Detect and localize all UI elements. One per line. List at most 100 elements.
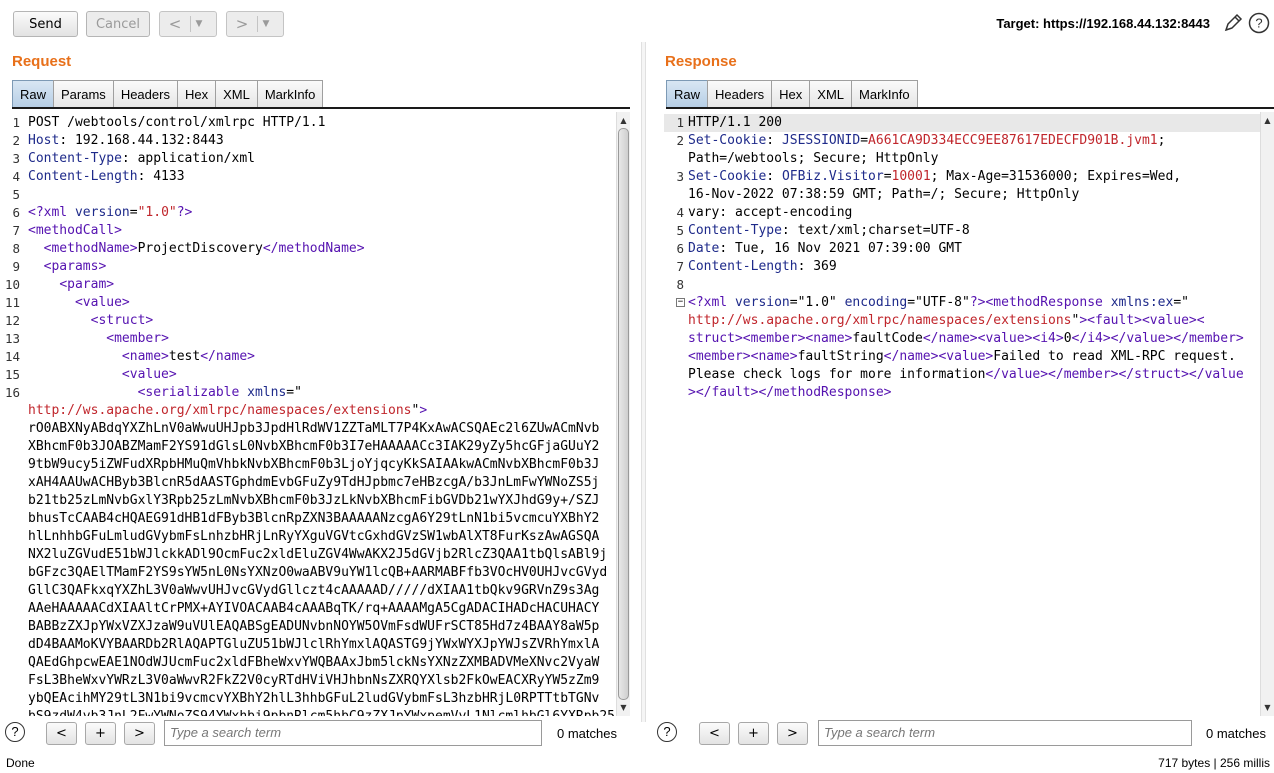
search-input[interactable]: Type a search term — [164, 720, 542, 746]
code-line: http://ws.apache.org/xmlrpc/namespaces/e… — [28, 402, 427, 420]
search-match-count: 0 matches — [557, 726, 617, 741]
tab-headers[interactable]: Headers — [707, 80, 773, 107]
code-line: xAH4AAUwACHByb3BlcnR5dAASTGphdmEvbGFuZy9… — [28, 474, 599, 492]
code-token: = — [129, 205, 138, 220]
pencil-icon[interactable] — [1222, 12, 1244, 34]
tab-hex[interactable]: Hex — [176, 80, 217, 107]
toolbar: Send Cancel < ▼ > ▼ Target: https://192.… — [0, 0, 1274, 46]
tab-markinfo[interactable]: MarkInfo — [851, 80, 918, 107]
code-token: </methodName> — [262, 241, 365, 256]
scroll-down-icon[interactable]: ▼ — [1261, 701, 1274, 714]
response-tabs: Raw Headers Hex XML MarkInfo — [666, 80, 1274, 109]
fold-toggle-icon[interactable]: − — [676, 298, 685, 307]
code-token: </name> — [200, 349, 255, 364]
code-token: NX2luZGVudE51bWJlckkADl9OcmFuc2xldEluZGV… — [28, 547, 608, 562]
tab-raw[interactable]: Raw — [666, 80, 709, 107]
line-number: 7 — [676, 259, 684, 274]
code-token: <struct> — [90, 313, 154, 328]
scroll-up-icon[interactable]: ▲ — [1261, 114, 1274, 127]
pane-divider[interactable] — [641, 42, 646, 722]
code-token: bGFzc3QAElTMamF2YS9sYW5nL0NsYXNzO0waABV9… — [28, 565, 608, 580]
code-line: 9tbW9ucy5iZWFudXRpbHMuQmVhbkNvbXBhcmF0b3… — [28, 456, 599, 474]
search-add-button[interactable]: + — [738, 722, 769, 745]
code-token: Date — [688, 241, 720, 256]
tab-raw[interactable]: Raw — [12, 80, 55, 107]
scroll-down-icon[interactable]: ▼ — [617, 701, 630, 714]
help-icon[interactable]: ? — [1248, 12, 1270, 34]
code-token: : application/xml — [121, 151, 255, 166]
line-number: 2 — [12, 133, 20, 148]
cancel-button[interactable]: Cancel — [86, 11, 150, 37]
code-line: Host: 192.168.44.132:8443 — [28, 132, 224, 150]
code-token: <member><name> — [688, 349, 798, 364]
code-token: Host — [28, 133, 60, 148]
search-prev-button[interactable]: < — [46, 722, 77, 745]
code-token: vary: accept-encoding — [688, 205, 853, 220]
code-token: <member> — [106, 331, 169, 346]
tab-xml[interactable]: XML — [809, 80, 853, 107]
line-number — [0, 474, 20, 492]
line-number: 5 — [12, 187, 20, 202]
search-next-button[interactable]: > — [777, 722, 808, 745]
tab-hex[interactable]: Hex — [771, 80, 811, 107]
tab-params[interactable]: Params — [53, 80, 114, 107]
code-token: =" — [1173, 295, 1189, 310]
line-number: 4 — [676, 205, 684, 220]
code-token: ; Max-Age=31536000; Expires=Wed, — [930, 169, 1182, 184]
code-token: <methodName> — [43, 241, 138, 256]
request-scrollbar[interactable]: ▲ ▼ — [616, 112, 630, 716]
code-line: NX2luZGVudE51bWJlckkADl9OcmFuc2xldEluZGV… — [28, 546, 607, 564]
code-token: xAH4AAUwACHByb3BlcnR5dAASTGphdmEvbGFuZy9… — [28, 475, 600, 490]
send-button[interactable]: Send — [13, 11, 78, 37]
line-number — [664, 186, 684, 204]
code-line: Set-Cookie: JSESSIONID=A661CA9D334ECC9EE… — [688, 132, 1165, 150]
code-token: : — [766, 169, 782, 184]
code-token: xmlns:ex — [1110, 295, 1174, 310]
forward-button[interactable]: > ▼ — [226, 11, 284, 37]
chevron-down-icon[interactable]: ▼ — [258, 19, 274, 29]
chevron-down-icon[interactable]: ▼ — [191, 19, 207, 29]
help-icon[interactable]: ? — [657, 722, 677, 742]
response-scrollbar[interactable]: ▲ ▼ — [1260, 112, 1274, 716]
search-prev-button[interactable]: < — [699, 722, 730, 745]
line-number — [0, 420, 20, 438]
code-token: <?xml — [688, 295, 735, 310]
response-editor[interactable]: 1 HTTP/1.1 200 2 Set-Cookie: JSESSIONID=A66… — [664, 112, 1260, 716]
scrollbar-thumb[interactable] — [618, 128, 629, 700]
code-token: bhusTcCAAB4cHQAEG91dHB1dFByb3BlcnRpZXN3B… — [28, 511, 600, 526]
scroll-up-icon[interactable]: ▲ — [617, 114, 630, 127]
request-editor[interactable]: 1 POST /webtools/control/xmlrpc HTTP/1.1 2… — [0, 112, 616, 716]
code-token: POST /webtools/control/xmlrpc HTTP/1.1 — [28, 115, 326, 130]
code-token: </name><value><i4> — [922, 331, 1064, 346]
code-token: : Tue, 16 Nov 2021 07:39:00 GMT — [719, 241, 962, 256]
code-line: bGFzc3QAElTMamF2YS9sYW5nL0NsYXNzO0waABV9… — [28, 564, 607, 582]
search-input[interactable]: Type a search term — [818, 720, 1192, 746]
search-next-button[interactable]: > — [124, 722, 155, 745]
search-add-button[interactable]: + — [85, 722, 116, 745]
search-match-count: 0 matches — [1206, 726, 1266, 741]
help-icon[interactable]: ? — [5, 722, 25, 742]
tab-markinfo[interactable]: MarkInfo — [256, 80, 324, 107]
code-line: <member><name>faultString</name><value>F… — [688, 348, 1236, 366]
tab-xml[interactable]: XML — [215, 80, 258, 107]
code-token: encoding — [844, 295, 908, 310]
code-token: b21tb25zLmNvbGxlY3Rpb25zLmNvbXBhcmF0b3Jz… — [28, 493, 600, 508]
line-number: 2 — [676, 133, 684, 148]
line-number — [0, 708, 20, 716]
line-number — [664, 330, 684, 348]
code-token: <?xml — [28, 205, 75, 220]
line-number — [0, 600, 20, 618]
line-number: 3 — [676, 169, 684, 184]
line-number — [0, 582, 20, 600]
code-line: GllC3QAFkxqYXZhL3V0aWwvUHJvcGVydGllczt4c… — [28, 582, 599, 600]
code-token: Content-Type — [28, 151, 122, 166]
tab-headers[interactable]: Headers — [112, 80, 178, 107]
code-token: ?> — [176, 205, 193, 220]
code-line: <?xml version="1.0" encoding="UTF-8"?><m… — [688, 294, 1189, 312]
back-button[interactable]: < ▼ — [159, 11, 217, 37]
target-label: Target: https://192.168.44.132:8443 — [996, 16, 1210, 31]
